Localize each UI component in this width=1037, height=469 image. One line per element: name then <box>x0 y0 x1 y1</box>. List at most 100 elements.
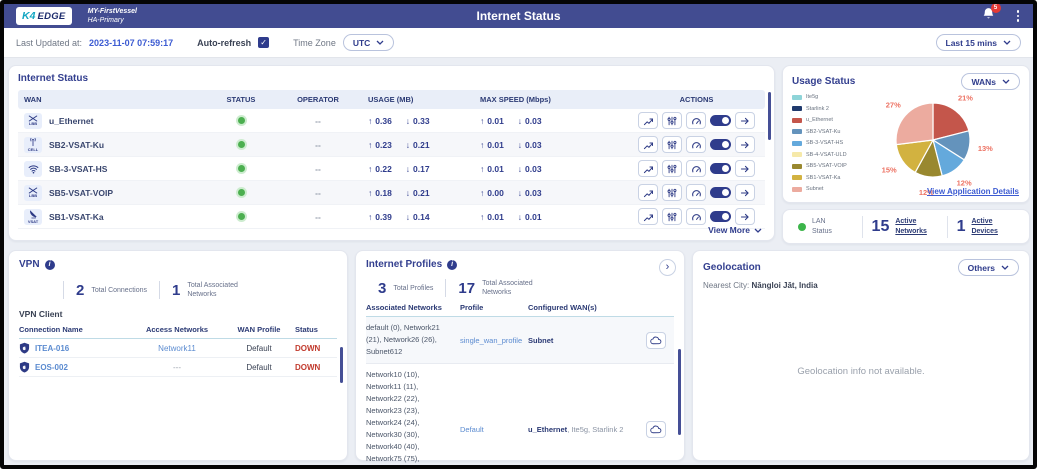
wan-name: SB2-VSAT-Ku <box>49 140 104 150</box>
speed-test-button[interactable] <box>686 136 706 153</box>
notifications-button[interactable]: 5 <box>982 7 995 26</box>
wan-enable-toggle[interactable] <box>710 139 731 150</box>
scrollbar-thumb[interactable] <box>768 92 772 140</box>
vpn-connection-link[interactable]: EOS-002 <box>19 361 131 373</box>
wan-details-button[interactable] <box>735 136 755 153</box>
up-arrow-icon: ↑ <box>480 140 484 150</box>
stat-value: 1 <box>172 282 180 299</box>
push-config-button[interactable] <box>646 421 666 438</box>
stat-label: Total Associated Networks <box>482 279 548 297</box>
speed-test-button[interactable] <box>686 112 706 129</box>
auto-refresh-checkbox[interactable]: ✓ <box>258 37 269 48</box>
stat-item: 2Total Connections <box>63 281 159 299</box>
up-arrow-icon: ↑ <box>368 188 372 198</box>
active-networks-link[interactable]: Active Networks <box>895 217 937 235</box>
active-devices-item: 1 Active Devices <box>947 216 1023 238</box>
chevron-down-icon <box>754 228 762 233</box>
timezone-select[interactable]: UTC <box>343 34 394 51</box>
column-header: Connection Name <box>19 325 131 334</box>
speed-test-button[interactable] <box>686 208 706 225</box>
chevron-down-icon <box>1002 79 1010 84</box>
up-arrow-icon: ↑ <box>480 116 484 126</box>
access-networks-cell: --- <box>131 363 223 372</box>
timezone-value: UTC <box>353 38 370 48</box>
down-arrow-icon: ↓ <box>406 140 410 150</box>
usage-chart-button[interactable] <box>638 208 658 225</box>
geolocation-filter-select[interactable]: Others <box>958 259 1019 276</box>
profile-row: Network10 (10), Network11 (11), Network2… <box>366 364 674 469</box>
wan-details-button[interactable] <box>735 112 755 129</box>
scrollbar-thumb[interactable] <box>340 347 344 383</box>
wan-row: VSATSB1-VSAT-Ka--↑0.39↓0.14↑0.01↓0.01 <box>18 205 765 229</box>
configure-wan-button[interactable] <box>662 184 682 201</box>
nearest-city-value: Nāngloi Jāt, India <box>751 281 817 290</box>
wan-cell: CELLSB2-VSAT-Ku <box>18 137 210 153</box>
wan-details-button[interactable] <box>735 208 755 225</box>
pie-slice <box>933 140 964 176</box>
expand-panel-button[interactable]: › <box>659 259 676 276</box>
legend-item: Subnet <box>792 186 847 192</box>
wan-row: SB-3-VSAT-HS--↑0.22↓0.17↑0.01↓0.03 <box>18 157 765 181</box>
profile-link[interactable]: single_wan_profile <box>460 336 528 345</box>
active-devices-link[interactable]: Active Devices <box>971 217 1009 235</box>
vpn-connection-link[interactable]: ITEA-016 <box>19 342 131 354</box>
panel-title: Internet Status <box>18 73 765 84</box>
usage-chart-button[interactable] <box>638 160 658 177</box>
wan-name: u_Ethernet <box>49 116 93 126</box>
overflow-menu-button[interactable] <box>1015 8 1022 24</box>
operator-cell: -- <box>272 164 364 174</box>
scrollbar-thumb[interactable] <box>678 349 682 435</box>
up-arrow-icon: ↑ <box>480 188 484 198</box>
wan-table-header: WANSTATUSOPERATORUSAGE (MB)MAX SPEED (Mb… <box>18 90 765 109</box>
wan-cell: LBBSB5-VSAT-VOIP <box>18 185 210 201</box>
usage-chart-button[interactable] <box>638 136 658 153</box>
vpn-client-label: VPN Client <box>19 309 337 319</box>
view-application-details-link[interactable]: View Application Details <box>927 187 1019 196</box>
wan-enable-toggle[interactable] <box>710 163 731 174</box>
view-more-button[interactable]: View More <box>708 225 762 235</box>
profile-link[interactable]: Default <box>460 425 528 434</box>
legend-item: SB5-VSAT-VOIP <box>792 163 847 169</box>
configure-wan-button[interactable] <box>662 208 682 225</box>
usage-filter-value: WANs <box>971 77 996 87</box>
up-arrow-icon: ↑ <box>368 212 372 222</box>
lan-status-panel: LAN Status 15 Active Networks 1 Active D… <box>782 209 1030 244</box>
down-arrow-icon: ↓ <box>518 140 522 150</box>
wan-cell: LBBu_Ethernet <box>18 113 210 129</box>
info-icon[interactable]: i <box>45 260 55 270</box>
info-icon[interactable]: i <box>447 260 457 270</box>
profile-actions <box>646 332 674 349</box>
wan-enable-toggle[interactable] <box>710 115 731 126</box>
access-networks-cell[interactable]: Network11 <box>131 344 223 353</box>
operator-cell: -- <box>272 140 364 150</box>
wan-enable-toggle[interactable] <box>710 211 731 222</box>
legend-label: u_Ethernet <box>806 117 833 123</box>
column-header: ACTIONS <box>628 95 765 104</box>
vpn-table-body: ITEA-016Network11DefaultDOWNEOS-002---De… <box>19 339 337 377</box>
usage-filter-select[interactable]: WANs <box>961 73 1020 90</box>
usage-chart-button[interactable] <box>638 184 658 201</box>
wan-details-button[interactable] <box>735 184 755 201</box>
vpn-status: DOWN <box>295 363 337 372</box>
configure-wan-button[interactable] <box>662 112 682 129</box>
push-config-button[interactable] <box>646 332 666 349</box>
configure-wan-button[interactable] <box>662 160 682 177</box>
logo-k4: K4 <box>22 10 35 22</box>
down-arrow-icon: ↓ <box>406 188 410 198</box>
legend-label: SB1-VSAT-Ka <box>806 175 840 181</box>
speed-test-button[interactable] <box>686 184 706 201</box>
legend-chip <box>792 106 802 111</box>
up-arrow-icon: ↑ <box>368 116 372 126</box>
usage-chart-button[interactable] <box>638 112 658 129</box>
configure-wan-button[interactable] <box>662 136 682 153</box>
wan-details-button[interactable] <box>735 160 755 177</box>
speed-test-button[interactable] <box>686 160 706 177</box>
wan-name: SB-3-VSAT-HS <box>49 164 107 174</box>
stat-label: Total Associated Networks <box>187 281 253 299</box>
column-header: USAGE (MB) <box>364 95 476 104</box>
time-range-select[interactable]: Last 15 mins <box>936 34 1022 51</box>
wan-enable-toggle[interactable] <box>710 187 731 198</box>
vpn-table-header: Connection NameAccess NetworksWAN Profil… <box>19 325 337 339</box>
active-devices-count: 1 <box>957 218 966 236</box>
lan-status-label: LAN Status <box>812 217 846 235</box>
